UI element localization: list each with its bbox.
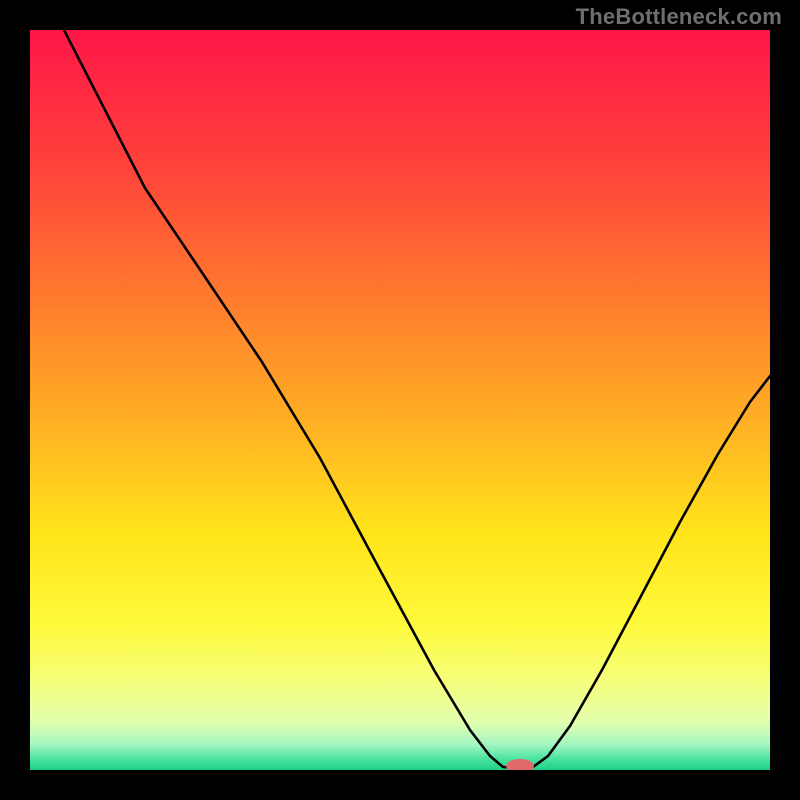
plot-area xyxy=(30,30,770,770)
gradient-background xyxy=(30,30,770,770)
chart-svg xyxy=(30,30,770,770)
chart-frame: TheBottleneck.com xyxy=(0,0,800,800)
watermark-text: TheBottleneck.com xyxy=(576,4,782,30)
